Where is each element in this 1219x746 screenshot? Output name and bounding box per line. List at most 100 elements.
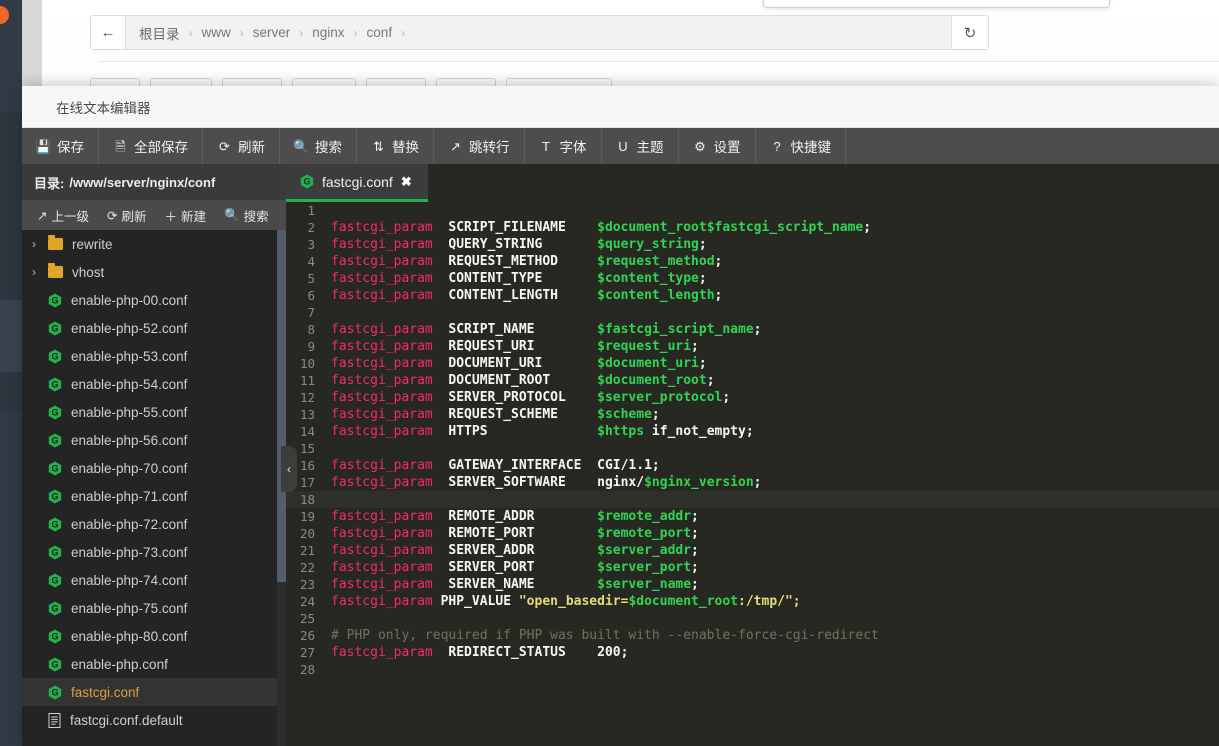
file-row[interactable]: Genable-php-70.conf: [22, 454, 286, 482]
code-line[interactable]: 13 fastcgi_param REQUEST_SCHEME $scheme;: [286, 406, 1219, 423]
code-token-plain: if_not_empty;: [644, 424, 754, 439]
breadcrumb-separator-icon: ›: [188, 25, 193, 40]
code-line[interactable]: 18: [286, 491, 1219, 508]
code-token-val: $content_length: [597, 288, 715, 303]
svg-text:G: G: [51, 687, 58, 697]
code-token-par: PHP_VALUE: [440, 594, 512, 609]
file-row[interactable]: Genable-php-75.conf: [22, 594, 286, 622]
code-line[interactable]: 25: [286, 610, 1219, 627]
file-row[interactable]: Genable-php-54.conf: [22, 370, 286, 398]
svg-text:G: G: [51, 435, 58, 445]
file-row[interactable]: Genable-php-80.conf: [22, 622, 286, 650]
line-number: 11: [286, 372, 324, 389]
code-line[interactable]: 19 fastcgi_param REMOTE_ADDR $remote_addr…: [286, 508, 1219, 525]
svg-text:G: G: [51, 379, 58, 389]
toolbar-item-label: 搜索: [315, 140, 342, 155]
code-line[interactable]: 10 fastcgi_param DOCUMENT_URI $document_u…: [286, 355, 1219, 372]
code-line[interactable]: 16 fastcgi_param GATEWAY_INTERFACE CGI/1.…: [286, 457, 1219, 474]
code-line[interactable]: 24 fastcgi_param PHP_VALUE "open_basedir=…: [286, 593, 1219, 610]
file-row[interactable]: Genable-php-73.conf: [22, 538, 286, 566]
file-name-label: enable-php-75.conf: [71, 600, 188, 616]
code-line[interactable]: 11 fastcgi_param DOCUMENT_ROOT $document_…: [286, 372, 1219, 389]
toolbar-item-search[interactable]: 🔍 搜索: [280, 128, 357, 164]
folder-row[interactable]: › rewrite: [22, 230, 286, 258]
dir-tool-plus[interactable]: ＋新建: [156, 206, 216, 225]
back-button[interactable]: ←: [91, 16, 126, 49]
file-name-label: enable-php-53.conf: [71, 348, 188, 364]
code-line[interactable]: 4 fastcgi_param REQUEST_METHOD $request_m…: [286, 253, 1219, 270]
file-row[interactable]: Genable-php-72.conf: [22, 510, 286, 538]
svg-text:G: G: [51, 575, 58, 585]
file-row[interactable]: Gfastcgi.conf: [22, 678, 286, 706]
toolbar-item-theme[interactable]: U 主题: [602, 128, 679, 164]
toolbar-item-replace[interactable]: ⇅ 替换: [357, 128, 434, 164]
editor-tab[interactable]: Gfastcgi.conf ✖: [286, 164, 428, 202]
code-token-val: $server_name: [597, 577, 692, 592]
code-line[interactable]: 17 fastcgi_param SERVER_SOFTWARE nginx/$n…: [286, 474, 1219, 491]
code-line[interactable]: 8 fastcgi_param SCRIPT_NAME $fastcgi_scri…: [286, 321, 1219, 338]
file-row[interactable]: Genable-php.conf: [22, 650, 286, 678]
conf-file-icon: G: [48, 377, 62, 392]
file-row[interactable]: Genable-php-71.conf: [22, 482, 286, 510]
code-line[interactable]: 21 fastcgi_param SERVER_ADDR $server_addr…: [286, 542, 1219, 559]
code-line[interactable]: 1: [286, 202, 1219, 219]
breadcrumb-item-4[interactable]: conf: [367, 25, 393, 40]
breadcrumb-item-0[interactable]: 根目录: [139, 23, 180, 43]
toolbar-item-save[interactable]: 💾 保存: [22, 128, 99, 164]
code-line[interactable]: 26 # PHP only, required if PHP was built …: [286, 627, 1219, 644]
code-line[interactable]: 5 fastcgi_param CONTENT_TYPE $content_typ…: [286, 270, 1219, 287]
code-line[interactable]: 9 fastcgi_param REQUEST_URI $request_uri;: [286, 338, 1219, 355]
code-line[interactable]: 23 fastcgi_param SERVER_NAME $server_name…: [286, 576, 1219, 593]
toolbar-item-settings-gear[interactable]: ⚙ 设置: [679, 128, 756, 164]
toolbar-item-save-all[interactable]: 🗎 全部保存: [99, 128, 203, 164]
file-row[interactable]: fastcgi.conf.default: [22, 706, 286, 734]
code-line[interactable]: 14 fastcgi_param HTTPS $https if_not_empt…: [286, 423, 1219, 440]
toolbar-item-font[interactable]: T 字体: [525, 128, 602, 164]
dir-tool-refresh[interactable]: ⟳ 刷新: [98, 206, 156, 225]
toolbar-item-help-circle[interactable]: ? 快捷键: [756, 128, 846, 164]
code-token-kw: fastcgi_param: [331, 645, 433, 660]
file-row[interactable]: Genable-php-74.conf: [22, 566, 286, 594]
code-line[interactable]: 3 fastcgi_param QUERY_STRING $query_strin…: [286, 236, 1219, 253]
breadcrumb-item-3[interactable]: nginx: [312, 25, 344, 40]
breadcrumb-item-2[interactable]: server: [253, 25, 291, 40]
file-row[interactable]: Genable-php-53.conf: [22, 342, 286, 370]
toolbar-item-refresh[interactable]: ⟳ 刷新: [203, 128, 280, 164]
code-line[interactable]: 15: [286, 440, 1219, 457]
file-row[interactable]: Genable-php-00.conf: [22, 286, 286, 314]
toolbar-item-goto-line[interactable]: ↗ 跳转行: [434, 128, 525, 164]
code-editor[interactable]: 1 2 fastcgi_param SCRIPT_FILENAME $documen…: [286, 202, 1219, 746]
code-line[interactable]: 20 fastcgi_param REMOTE_PORT $remote_port…: [286, 525, 1219, 542]
code-token-kw: fastcgi_param: [331, 458, 433, 473]
file-list-scroll-thumb[interactable]: [277, 230, 286, 582]
code-line[interactable]: 27 fastcgi_param REDIRECT_STATUS 200;: [286, 644, 1219, 661]
folder-row[interactable]: › vhost: [22, 258, 286, 286]
chevron-right-icon[interactable]: ›: [32, 237, 48, 251]
file-row[interactable]: Genable-php-56.conf: [22, 426, 286, 454]
file-row[interactable]: Genable-php-55.conf: [22, 398, 286, 426]
code-line[interactable]: 12 fastcgi_param SERVER_PROTOCOL $server_…: [286, 389, 1219, 406]
breadcrumb-item-1[interactable]: www: [202, 25, 231, 40]
file-row[interactable]: Genable-php-52.conf: [22, 314, 286, 342]
code-line[interactable]: 6 fastcgi_param CONTENT_LENGTH $content_l…: [286, 287, 1219, 304]
file-name-label: enable-php.conf: [71, 656, 168, 672]
refresh-button[interactable]: ↻: [951, 16, 988, 49]
dir-tool-search[interactable]: 🔍 搜索: [215, 206, 278, 225]
sidebar-collapse-handle[interactable]: ‹: [281, 446, 297, 492]
code-line[interactable]: 22 fastcgi_param SERVER_PORT $server_port…: [286, 559, 1219, 576]
code-line[interactable]: 28: [286, 661, 1219, 678]
chevron-right-icon[interactable]: ›: [32, 265, 48, 279]
code-line[interactable]: 7: [286, 304, 1219, 321]
code-token-kw: fastcgi_param: [331, 322, 433, 337]
close-icon[interactable]: ✖: [401, 174, 412, 190]
dir-tool-level-up[interactable]: ↗ 上一级: [28, 206, 98, 225]
code-line[interactable]: 2 fastcgi_param SCRIPT_FILENAME $document…: [286, 219, 1219, 236]
settings-gear-icon: ⚙: [694, 138, 706, 154]
